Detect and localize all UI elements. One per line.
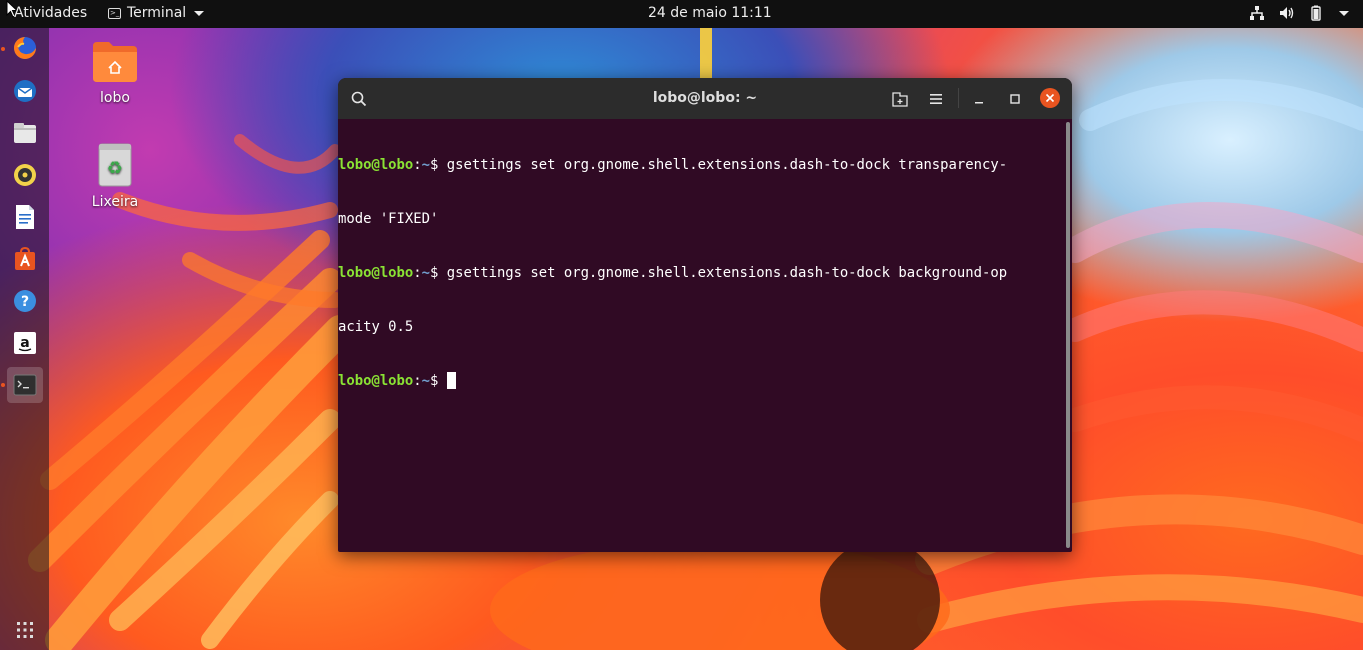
chevron-down-icon [194, 10, 205, 16]
prompt-symbol: $ [430, 373, 447, 389]
window-title: lobo@lobo: ~ [652, 90, 758, 106]
dock-item-firefox[interactable] [7, 30, 43, 66]
menu-button[interactable] [924, 87, 948, 111]
dock: ? a [0, 28, 49, 650]
dock-item-rhythmbox[interactable] [7, 157, 43, 193]
prompt-user: lobo@lobo [338, 157, 414, 173]
prompt-path: ~ [421, 157, 431, 173]
rhythmbox-icon [14, 164, 36, 186]
battery-icon[interactable] [1309, 5, 1323, 21]
prompt-symbol: $ [430, 265, 447, 281]
writer-icon [16, 205, 34, 229]
terminal-line: lobo@lobo:~$ gsettings set org.gnome.she… [338, 265, 1008, 281]
window-headerbar[interactable]: lobo@lobo: ~ [338, 78, 1072, 119]
svg-text:?: ? [21, 294, 29, 310]
minimize-button[interactable] [967, 87, 991, 111]
terminal-output[interactable]: lobo@lobo:~$ gsettings set org.gnome.she… [338, 119, 1064, 552]
text-cursor [446, 372, 456, 389]
dock-item-ubuntu-software[interactable] [7, 241, 43, 277]
running-indicator [1, 383, 5, 387]
new-tab-button[interactable] [888, 87, 912, 111]
trash-label: Lixeira [91, 194, 139, 210]
software-icon [15, 246, 35, 270]
home-folder-label: lobo [100, 90, 130, 106]
minimize-icon [975, 102, 983, 104]
prompt-symbol: $ [430, 157, 447, 173]
show-applications-button[interactable] [7, 612, 43, 648]
command-text: mode 'FIXED' [338, 211, 439, 227]
app-menu-label: Terminal [127, 5, 187, 21]
maximize-button[interactable] [1003, 87, 1027, 111]
network-icon[interactable] [1249, 5, 1265, 21]
command-text: acity 0.5 [338, 319, 414, 335]
dock-item-terminal[interactable] [7, 367, 43, 403]
close-icon [1045, 93, 1055, 103]
hamburger-menu-icon [930, 94, 942, 104]
running-indicator [1, 47, 5, 51]
terminal-icon [13, 374, 37, 396]
terminal-window[interactable]: lobo@lobo: ~ lobo@lobo:~$ gsettings set … [338, 78, 1072, 552]
svg-text:♻: ♻ [107, 158, 123, 179]
dock-item-amazon[interactable]: a [7, 325, 43, 361]
activities-button[interactable]: Atividades [14, 5, 87, 21]
command-text: gsettings set org.gnome.shell.extensions… [446, 157, 1008, 173]
amazon-icon: a [14, 332, 36, 354]
prompt-path: ~ [421, 373, 431, 389]
terminal-scrollbar[interactable] [1066, 122, 1070, 548]
dock-item-files[interactable] [7, 115, 43, 151]
close-button[interactable] [1040, 88, 1060, 108]
top-bar: Atividades >_ Terminal 24 de maio 11:11 [0, 0, 1363, 28]
new-tab-icon [892, 92, 908, 107]
headerbar-separator [958, 88, 959, 108]
power-menu-caret-icon[interactable] [1339, 10, 1349, 16]
dock-item-thunderbird[interactable] [7, 73, 43, 109]
home-folder-icon [93, 42, 137, 82]
trash-icon: ♻ [98, 143, 132, 187]
volume-icon[interactable] [1279, 5, 1295, 21]
files-icon [14, 123, 36, 143]
prompt-user: lobo@lobo [338, 265, 414, 281]
firefox-icon [14, 37, 36, 59]
maximize-icon [1010, 94, 1020, 104]
dock-item-writer[interactable] [7, 199, 43, 235]
terminal-line: mode 'FIXED' [338, 210, 1064, 228]
help-icon: ? [14, 290, 36, 312]
desktop-trash[interactable]: ♻ Lixeira [85, 142, 145, 210]
terminal-line: acity 0.5 [338, 318, 1064, 336]
clock-button[interactable]: 24 de maio 11:11 [648, 5, 772, 21]
command-text: gsettings set org.gnome.shell.extensions… [446, 265, 1008, 281]
terminal-line: lobo@lobo:~$ gsettings set org.gnome.she… [338, 157, 1008, 173]
app-menu-button[interactable]: >_ Terminal [108, 5, 205, 21]
terminal-line: lobo@lobo:~$ [338, 372, 1064, 390]
dock-item-help[interactable]: ? [7, 283, 43, 319]
prompt-user: lobo@lobo [338, 373, 414, 389]
thunderbird-icon [14, 80, 36, 102]
system-tray[interactable] [1249, 5, 1349, 21]
desktop-home-folder[interactable]: lobo [85, 40, 145, 106]
terminal-mini-icon: >_ [108, 7, 121, 19]
grid-icon [17, 622, 33, 638]
svg-text:a: a [20, 335, 29, 351]
prompt-path: ~ [421, 265, 431, 281]
